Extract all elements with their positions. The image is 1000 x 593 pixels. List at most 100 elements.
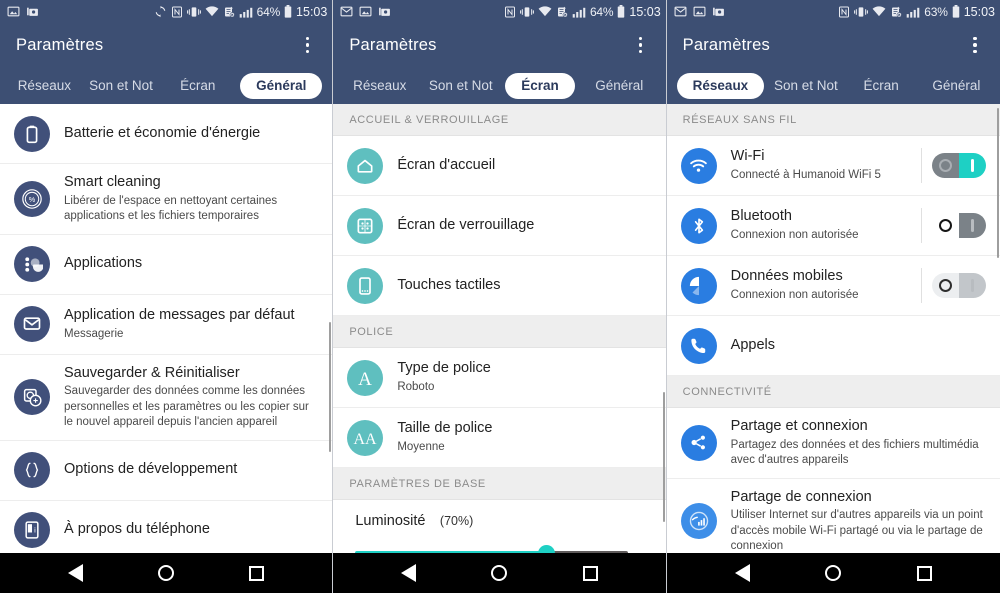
wifi-toggle[interactable] [931,153,986,178]
tab-son-et-notifications[interactable]: Son et Not [768,73,843,99]
vibrate-icon [520,6,534,18]
list-item-subtitle: Connexion non autorisée [730,289,859,302]
list-item-subtitle: Partagez des données et des fichiers mul… [730,438,979,467]
nav-recents-icon[interactable] [234,556,280,590]
image-icon [7,5,20,18]
list-item-title: Touches tactiles [397,276,501,293]
list-item-bluetooth[interactable]: Bluetooth Connexion non autorisée [666,196,1000,256]
list-item-calls[interactable]: Appels [666,316,1000,376]
mobile-data-toggle[interactable] [931,273,986,298]
screenshot-triptych: 64% 15:03 Paramètres Réseaux Son et Not … [0,0,1000,593]
status-bar-system-icons: 63% 15:03 [838,5,995,19]
section-header-parametres-de-base: PARAMÈTRES DE BASE [333,468,666,500]
app-bar-top: Paramètres [667,23,1000,67]
data-usage-icon [680,267,717,304]
list-item-title: Bluetooth [730,208,792,225]
nav-back-icon[interactable] [386,556,432,590]
overflow-menu-icon[interactable] [960,29,990,61]
list-item-backup-reset[interactable]: Sauvegarder & Réinitialiser Sauvegarder … [0,354,333,441]
tab-son-et-notifications[interactable]: Son et Not [420,73,501,99]
list-item-developer-options[interactable]: Options de développement [0,440,333,501]
list-item-text: Bluetooth Connexion non autorisée [731,198,917,252]
list-item-share-and-connect[interactable]: Partage et connexion Partagez des donnée… [666,408,1000,479]
brightness-slider[interactable] [355,542,628,553]
list-item-battery[interactable]: Batterie et économie d'énergie [0,104,333,164]
screenshot-icon [712,5,725,18]
font-size-icon: AA [347,419,384,456]
list-item-touch-keys[interactable]: Touches tactiles [333,256,666,316]
section-header-accueil-verrouillage: ACCUEIL & VERROUILLAGE [333,104,666,136]
overflow-menu-icon[interactable] [292,29,322,61]
scrollbar[interactable] [662,392,665,522]
tab-ecran[interactable]: Écran [159,73,236,99]
list-item-subtitle: Utiliser Internet sur d'autres appareils… [730,509,983,553]
hotspot-icon [680,503,717,540]
tab-ecran[interactable]: Écran [843,73,918,99]
tab-bar: Réseaux Son et Not Écran Général [0,67,332,104]
nav-back-icon[interactable] [52,556,98,590]
phone-screen-general: 64% 15:03 Paramètres Réseaux Son et Not … [0,0,334,593]
list-item-subtitle: Connexion non autorisée [730,229,859,242]
tab-general[interactable]: Général [240,72,323,99]
list-item-text: Application de messages par défaut Messa… [64,297,318,351]
list-item-font-size[interactable]: AA Taille de police Moyenne [333,408,666,468]
tab-reseaux[interactable]: Réseaux [676,72,765,99]
alarm-off-icon [890,6,903,18]
tab-son-et-notifications[interactable]: Son et Not [83,73,160,99]
sync-icon [154,5,167,18]
list-item-about-phone[interactable]: i À propos du téléphone [0,500,333,553]
list-item-mobile-data[interactable]: Données mobiles Connexion non autorisée [666,256,1000,316]
divider [920,268,922,303]
list-item-default-messaging-app[interactable]: Application de messages par défaut Messa… [0,294,333,355]
svg-text:%: % [29,195,36,204]
list-item-title: Partage et connexion [730,418,868,434]
image-icon [359,5,372,18]
list-item-tethering[interactable]: Partage de connexion Utiliser Internet s… [666,478,1000,553]
list-item-home-screen[interactable]: Écran d'accueil [333,136,666,196]
mail-icon [674,5,687,18]
nav-recents-icon[interactable] [901,556,947,590]
tab-ecran[interactable]: Écran [505,72,575,99]
list-item-smart-cleaning[interactable]: % Smart cleaning Libérer de l'espace en … [0,164,333,235]
list-item-subtitle: Moyenne [397,441,445,454]
font-type-icon: A [347,359,384,396]
wifi-icon [872,5,886,18]
list-item-lock-screen[interactable]: Écran de verrouillage [333,196,666,256]
list-item-applications[interactable]: Applications [0,234,333,295]
section-header-reseaux-sans-fil: RÉSEAUX SANS FIL [666,104,1000,136]
bluetooth-toggle[interactable] [931,213,986,238]
status-bar-system-icons: 64% 15:03 [504,5,661,19]
settings-list[interactable]: ACCUEIL & VERROUILLAGE Écran d'accueil É… [333,104,666,553]
list-item-title: Options de développement [64,461,238,478]
clock: 15:03 [296,4,328,19]
phone-screen-reseaux: 63% 15:03 Paramètres Réseaux Son et Not … [666,0,1000,593]
tab-general[interactable]: Général [919,73,994,99]
svg-text:i: i [34,526,36,535]
tab-reseaux[interactable]: Réseaux [6,73,83,99]
nav-recents-icon[interactable] [567,556,613,590]
tab-reseaux[interactable]: Réseaux [339,73,420,99]
nav-home-icon[interactable] [810,556,856,590]
vibrate-icon [854,6,869,18]
nfc-icon [171,6,183,18]
list-item-font-type[interactable]: A Type de police Roboto [333,348,666,408]
list-item-title: Appels [730,336,775,353]
app-bar-top: Paramètres [0,23,332,67]
slider-thumb[interactable] [537,545,555,553]
nav-home-icon[interactable] [143,556,189,590]
scrollbar[interactable] [996,108,999,258]
list-item-title: Partage de connexion [730,488,872,505]
apps-icon [14,246,50,283]
overflow-menu-icon[interactable] [626,29,656,61]
settings-list[interactable]: RÉSEAUX SANS FIL Wi-Fi Connecté à Humano… [666,104,1000,553]
nav-home-icon[interactable] [476,556,522,590]
battery-icon [617,5,625,18]
list-item-title: Applications [64,255,143,272]
nav-back-icon[interactable] [719,556,765,590]
divider [920,208,922,243]
tab-general[interactable]: Général [579,73,660,99]
settings-list[interactable]: Batterie et économie d'énergie % Smart c… [0,104,333,553]
vibrate-icon [186,6,201,18]
status-bar-notification-icons [674,5,725,18]
list-item-wifi[interactable]: Wi-Fi Connecté à Humanoid WiFi 5 [666,136,1000,196]
